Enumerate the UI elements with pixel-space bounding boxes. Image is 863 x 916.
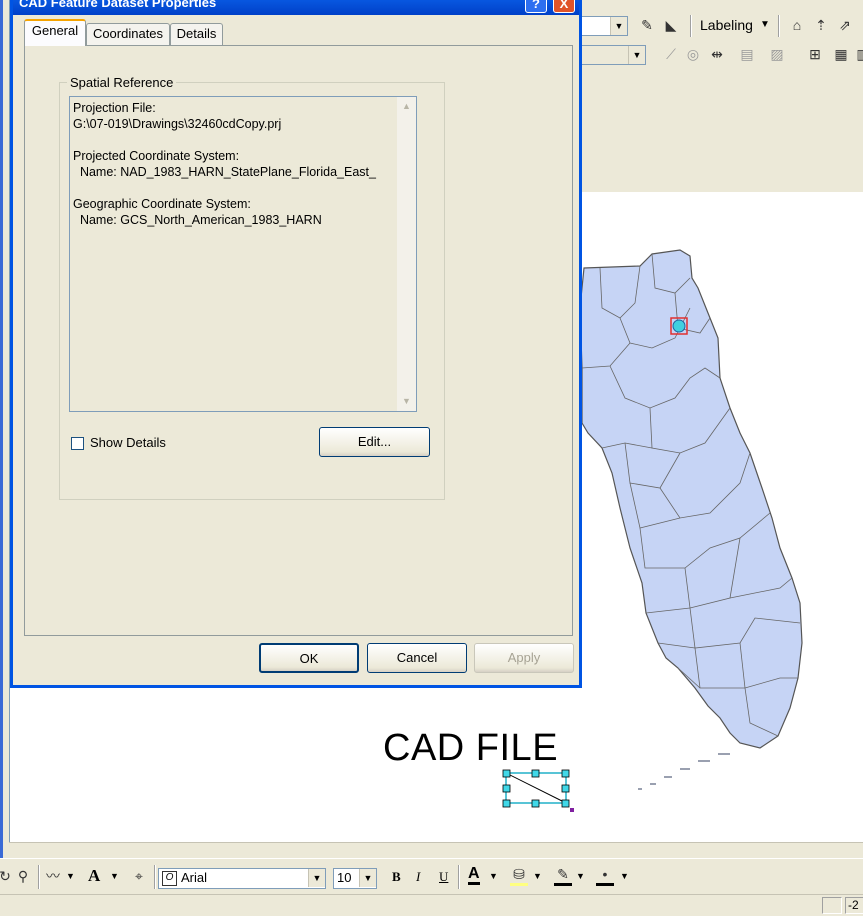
- spatial-reference-text[interactable]: Projection File: G:\07-019\Drawings\3246…: [69, 96, 417, 412]
- label-manager-icon[interactable]: ✎: [638, 16, 656, 34]
- dialog-titlebar[interactable]: CAD Feature Dataset Properties ? X: [13, 0, 579, 15]
- bold-button[interactable]: B: [392, 869, 401, 885]
- image-icon[interactable]: ▨: [768, 45, 786, 63]
- dialog-title: CAD Feature Dataset Properties: [19, 0, 217, 10]
- tab-general[interactable]: General: [24, 19, 86, 46]
- chevron-down-icon[interactable]: ▼: [308, 869, 325, 887]
- italic-button[interactable]: I: [416, 869, 420, 885]
- font-color-button[interactable]: A: [468, 865, 480, 885]
- cad-file-label[interactable]: CAD FILE: [383, 727, 558, 770]
- label-up-icon[interactable]: ⇡: [812, 16, 830, 34]
- scroll-up-icon[interactable]: ▲: [398, 98, 415, 115]
- text-tool-icon[interactable]: A: [88, 866, 100, 886]
- labeling-toolbar: ▼ ✎ ◣ Labeling ▼ ⌂ ⇡ ⇗: [580, 11, 863, 43]
- scroll-down-icon[interactable]: ▼: [398, 393, 415, 410]
- fill-color-icon[interactable]: ⛁: [510, 865, 528, 886]
- label-view-icon[interactable]: ⇗: [836, 16, 854, 34]
- grid-icon[interactable]: ▦: [832, 45, 850, 63]
- rotate-tool-icon[interactable]: ↻: [0, 867, 14, 885]
- marker-color-icon[interactable]: •: [596, 865, 614, 886]
- labeling-menu[interactable]: Labeling: [700, 17, 753, 33]
- chevron-down-icon[interactable]: ▼: [110, 871, 119, 881]
- florida-outline: [580, 249, 803, 749]
- spatial-reference-label: Spatial Reference: [67, 75, 177, 90]
- toolbar-separator: [38, 865, 40, 889]
- underline-button[interactable]: U: [439, 869, 448, 885]
- chevron-down-icon[interactable]: ▼: [620, 871, 629, 881]
- florida-counties-map[interactable]: [580, 248, 810, 808]
- font-name-value: Arial: [181, 870, 208, 885]
- help-button[interactable]: ?: [525, 0, 547, 13]
- opentype-font-icon: O: [162, 871, 177, 887]
- toolbar-separator: [690, 15, 692, 37]
- table-icon[interactable]: ▥: [854, 45, 863, 63]
- chevron-down-icon[interactable]: ▼: [610, 17, 627, 35]
- horizontal-scrollbar[interactable]: [9, 842, 863, 859]
- cad-graphic-selection[interactable]: [500, 768, 580, 816]
- coordinate-readout: -2: [845, 897, 863, 914]
- show-details-label[interactable]: Show Details: [90, 435, 166, 450]
- map-frame-strip: [580, 69, 863, 192]
- line-tool-icon[interactable]: 〰: [44, 867, 62, 885]
- cad-properties-dialog: CAD Feature Dataset Properties ? X Gener…: [10, 0, 582, 688]
- chevron-down-icon[interactable]: ▼: [760, 19, 770, 30]
- chevron-down-icon[interactable]: ▼: [628, 46, 645, 64]
- chevron-down-icon[interactable]: ▼: [576, 871, 585, 881]
- cancel-button[interactable]: Cancel: [367, 643, 467, 673]
- toolbar-separator: [154, 865, 156, 889]
- draw-toolbar: ↻ ⚲ 〰 ▼ A ▼ ⌖ O Arial ▼ 10 ▼ B I U A ▼ ⛁ …: [0, 858, 863, 895]
- label-weight-icon[interactable]: ◣: [662, 16, 680, 34]
- tab-coordinates[interactable]: Coordinates: [86, 23, 170, 45]
- edit-button[interactable]: Edit...: [319, 427, 430, 457]
- status-bar: -2: [0, 894, 863, 916]
- show-details-checkbox[interactable]: [71, 437, 84, 450]
- task-dropdown[interactable]: ▼: [580, 45, 646, 65]
- chevron-down-icon[interactable]: ▼: [359, 869, 376, 887]
- left-window-edge: [0, 0, 10, 860]
- layout-icon[interactable]: ⊞: [806, 45, 824, 63]
- chevron-down-icon[interactable]: ▼: [66, 871, 75, 881]
- layer-dropdown[interactable]: ▼: [580, 16, 628, 36]
- label-icon[interactable]: ⌂: [788, 16, 806, 34]
- toolbar-separator: [458, 865, 460, 889]
- sketch-properties-icon[interactable]: ▤: [738, 45, 756, 63]
- rotate-icon[interactable]: ◎: [684, 45, 702, 63]
- chevron-down-icon[interactable]: ▼: [533, 871, 542, 881]
- font-size-value: 10: [337, 870, 352, 885]
- line-color-icon[interactable]: ✎: [554, 865, 572, 886]
- ok-button[interactable]: OK: [259, 643, 359, 673]
- editor-toolbar: ▼ ⟋ ◎ ⇹ ▤ ▨ ⊞ ▦ ▥: [580, 42, 863, 70]
- florida-keys: [638, 753, 730, 790]
- attributes-icon[interactable]: ⇹: [708, 45, 726, 63]
- sketch-icon[interactable]: ⟋: [662, 45, 680, 63]
- apply-button[interactable]: Apply: [474, 643, 574, 673]
- edit-vertices-icon[interactable]: ⌖: [130, 867, 148, 885]
- zoom-tool-icon[interactable]: ⚲: [14, 867, 32, 885]
- toolbar-separator: [778, 15, 780, 37]
- chevron-down-icon[interactable]: ▼: [489, 871, 498, 881]
- close-button[interactable]: X: [553, 0, 575, 13]
- font-name-dropdown[interactable]: O Arial ▼: [158, 868, 326, 889]
- font-size-dropdown[interactable]: 10 ▼: [333, 868, 377, 889]
- tab-details[interactable]: Details: [170, 23, 223, 45]
- spatial-reference-scrollbar[interactable]: ▲ ▼: [397, 97, 416, 411]
- status-panel: [822, 897, 842, 914]
